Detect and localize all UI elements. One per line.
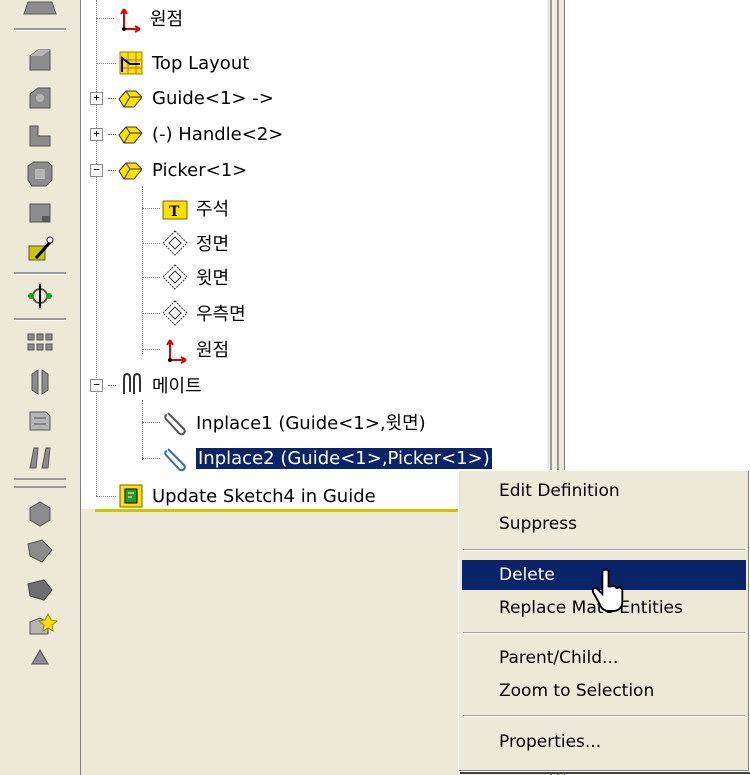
- tree-node-label: (-) Handle<2>: [152, 123, 284, 145]
- tree-node-picker[interactable]: Picker<1>: [116, 154, 247, 186]
- sweep-icon[interactable]: [20, 118, 60, 154]
- toolbox-icon[interactable]: [20, 608, 60, 644]
- svg-text:T: T: [169, 204, 180, 220]
- tree-node-annotations[interactable]: T 주석: [160, 192, 229, 224]
- pointer-cursor-icon: [591, 568, 624, 612]
- tree-node-right-plane[interactable]: 우측면: [160, 297, 246, 329]
- menu-item-zoom-to-selection[interactable]: Zoom to Selection: [462, 676, 746, 706]
- weld-icon[interactable]: [20, 532, 60, 568]
- tree-node-label: 원점: [196, 340, 230, 361]
- origin-icon: [166, 339, 187, 364]
- plane-icon: [162, 300, 188, 326]
- smart-fasteners-icon[interactable]: [20, 570, 60, 606]
- context-menu: Edit Definition Suppress Delete Replace …: [458, 470, 750, 772]
- tree-node-label: 우측면: [196, 304, 246, 325]
- component-icon: [118, 126, 143, 144]
- menu-separator: [463, 632, 745, 634]
- loft-icon[interactable]: [20, 156, 60, 192]
- command-toolbar: [0, 0, 80, 775]
- tree-node-mates[interactable]: 메이트: [116, 369, 202, 401]
- tree-node-label-selected: Inplace2 (Guide<1>,Picker<1>): [195, 446, 493, 470]
- mates-paperclip-icon: [123, 372, 141, 394]
- smart-mate-icon[interactable]: [20, 232, 60, 268]
- menu-separator: [463, 549, 745, 551]
- tree-node-label: Picker<1>: [152, 159, 248, 181]
- menu-item-properties[interactable]: Properties...: [462, 727, 746, 757]
- tree-node-label: Update Sketch4 in Guide: [152, 485, 376, 507]
- assembly-icon[interactable]: [20, 0, 60, 20]
- tree-node-inplace2[interactable]: Inplace2 (Guide<1>,Picker<1>): [160, 442, 493, 474]
- component-icon: [118, 90, 143, 108]
- tree-node-top-layout[interactable]: Top Layout: [116, 47, 249, 79]
- tree-node-front-plane[interactable]: 정면: [160, 227, 229, 259]
- collapse-picker-toggle[interactable]: −: [90, 164, 103, 177]
- tree-node-handle[interactable]: (-) Handle<2>: [116, 118, 283, 150]
- tree-node-label: 주석: [196, 199, 230, 220]
- menu-item-suppress[interactable]: Suppress: [462, 509, 746, 539]
- tree-node-label: 정면: [196, 234, 230, 255]
- tree-node-label: Inplace1 (Guide<1>,윗면): [196, 413, 426, 434]
- tree-node-origin[interactable]: 원점: [114, 2, 183, 34]
- component-icon: [118, 162, 143, 180]
- menu-separator: [463, 715, 745, 717]
- expand-handle-toggle[interactable]: +: [90, 128, 103, 141]
- tree-node-label: Guide<1> ->: [152, 87, 274, 109]
- extrude-icon[interactable]: [20, 42, 60, 78]
- tree-node-label: Top Layout: [152, 52, 250, 74]
- mate-paperclip-icon: [164, 448, 186, 472]
- layout-sketch-icon: [119, 51, 143, 75]
- explode-icon[interactable]: [20, 402, 60, 438]
- mirror-icon[interactable]: [20, 364, 60, 400]
- revolve-icon[interactable]: [20, 80, 60, 116]
- interference-icon[interactable]: [20, 494, 60, 530]
- tree-node-label: 메이트: [152, 376, 202, 397]
- update-sketch-icon: [119, 484, 143, 508]
- tree-node-picker-origin[interactable]: 원점: [160, 333, 229, 365]
- tree-node-inplace1[interactable]: Inplace1 (Guide<1>,윗면): [160, 406, 426, 438]
- pattern-icon[interactable]: [20, 326, 60, 362]
- features-icon[interactable]: [20, 646, 60, 666]
- expand-guide-toggle[interactable]: +: [90, 92, 103, 105]
- mate-paperclip-icon: [164, 412, 186, 436]
- menu-item-parent-child[interactable]: Parent/Child...: [462, 643, 746, 673]
- tree-node-label: 윗면: [196, 268, 230, 289]
- collapse-mates-toggle[interactable]: −: [90, 379, 103, 392]
- plane-icon: [162, 230, 188, 256]
- menu-item-edit-definition[interactable]: Edit Definition: [462, 476, 746, 506]
- origin-icon: [120, 8, 141, 33]
- shell-icon[interactable]: [20, 194, 60, 230]
- tree-node-label: 원점: [150, 9, 184, 30]
- move-component-icon[interactable]: [20, 278, 60, 314]
- plane-icon: [162, 264, 188, 290]
- tree-node-top-plane[interactable]: 윗면: [160, 261, 229, 293]
- hole-series-icon[interactable]: [20, 440, 60, 476]
- annotations-folder-icon: T: [162, 200, 188, 220]
- tree-node-update-sketch[interactable]: Update Sketch4 in Guide: [116, 480, 376, 512]
- tree-node-guide[interactable]: Guide<1> ->: [116, 82, 274, 114]
